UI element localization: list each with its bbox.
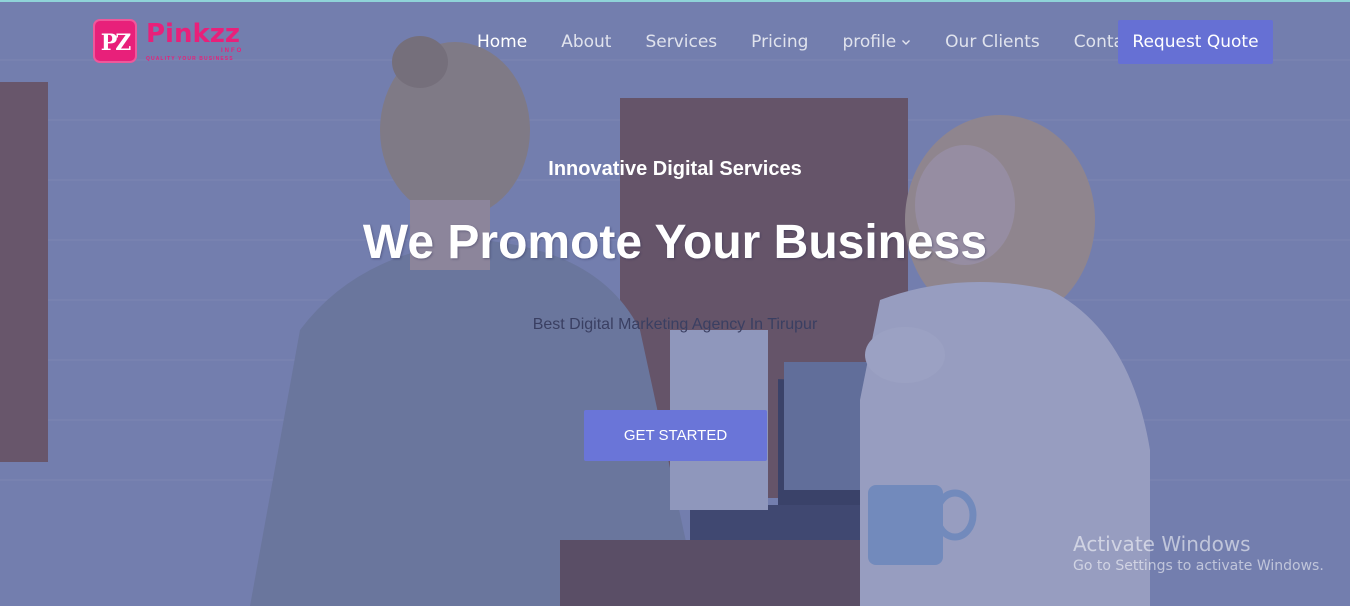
main-nav: Home About Services Pricing profile Our … [460, 20, 1157, 64]
logo-sub: INFO [221, 48, 244, 54]
nav-profile-label: profile [842, 32, 897, 52]
hero-eyebrow: Innovative Digital Services [548, 158, 802, 180]
top-accent-line [0, 0, 1350, 2]
hero-section [0, 0, 1350, 606]
nav-services[interactable]: Services [645, 32, 717, 52]
activate-windows-watermark: Activate Windows Go to Settings to activ… [1073, 532, 1324, 574]
logo-tagline: QUALITY YOUR BUSINESS [146, 56, 234, 62]
nav-our-clients[interactable]: Our Clients [945, 32, 1040, 52]
watermark-subtitle: Go to Settings to activate Windows. [1073, 558, 1324, 574]
hero-overlay [0, 0, 1350, 606]
hero-subline: Best Digital Marketing Agency In Tirupur [532, 316, 818, 333]
request-quote-button[interactable]: Request Quote [1118, 20, 1273, 64]
chevron-down-icon [902, 40, 911, 45]
hero-headline: We Promote Your Business [362, 216, 988, 269]
brand-logo[interactable]: PZ Pinkzz INFO QUALITY YOUR BUSINESS [93, 19, 253, 67]
nav-home[interactable]: Home [477, 32, 527, 52]
logo-name: Pinkzz [146, 19, 241, 49]
get-started-button[interactable]: GET STARTED [584, 410, 767, 461]
nav-about[interactable]: About [561, 32, 611, 52]
nav-profile-dropdown[interactable]: profile [842, 32, 911, 52]
watermark-title: Activate Windows [1073, 532, 1251, 556]
nav-pricing[interactable]: Pricing [751, 32, 808, 52]
logo-mark-icon: PZ [93, 19, 137, 63]
